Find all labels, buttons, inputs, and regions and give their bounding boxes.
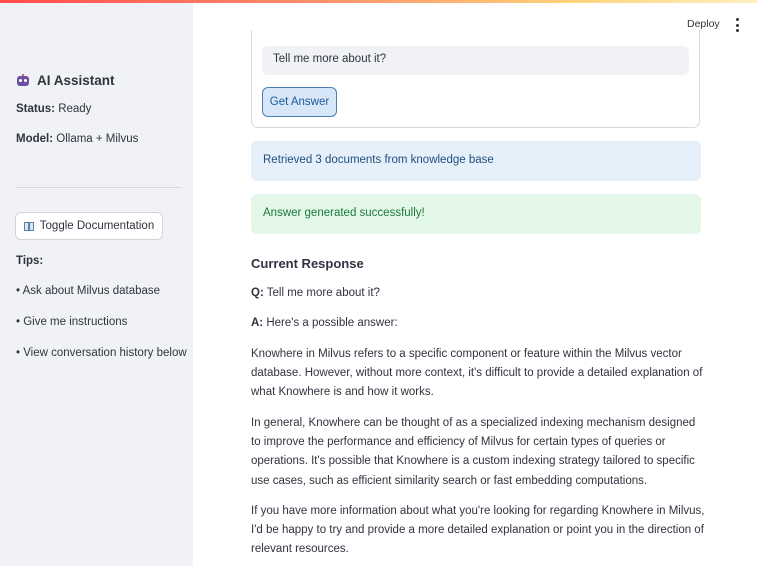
sidebar-divider bbox=[16, 187, 181, 188]
response-paragraph: Knowhere in Milvus refers to a specific … bbox=[251, 348, 703, 399]
question-input[interactable]: Tell me more about it? bbox=[262, 46, 689, 75]
tip-item: • View conversation history below bbox=[16, 347, 187, 359]
robot-icon bbox=[16, 74, 30, 87]
model-line: Model: Ollama + Milvus bbox=[16, 133, 138, 145]
sidebar-title: AI Assistant bbox=[16, 73, 115, 88]
response-paragraph: If you have more information about what … bbox=[251, 505, 705, 556]
tips-title: Tips: bbox=[16, 255, 44, 267]
get-answer-button[interactable]: Get Answer bbox=[262, 87, 337, 117]
sidebar-title-text: AI Assistant bbox=[37, 73, 115, 88]
response-title: Current Response bbox=[251, 256, 364, 271]
info-alert: Retrieved 3 documents from knowledge bas… bbox=[251, 141, 701, 181]
toggle-documentation-label: Toggle Documentation bbox=[39, 220, 155, 232]
status-label: Status: bbox=[16, 103, 55, 115]
success-alert: Answer generated successfully! bbox=[251, 194, 701, 234]
q-text: Tell me more about it? bbox=[266, 287, 380, 299]
response-paragraph: In general, Knowhere can be thought of a… bbox=[251, 417, 696, 487]
model-label: Model: bbox=[16, 133, 54, 145]
question-line: Q: Tell me more about it? bbox=[251, 287, 380, 299]
status-line: Status: Ready bbox=[16, 103, 91, 115]
toggle-documentation-button[interactable]: Toggle Documentation bbox=[15, 212, 163, 240]
model-value: Ollama + Milvus bbox=[56, 133, 139, 145]
book-icon bbox=[23, 221, 35, 231]
a-text: Here's a possible answer: bbox=[266, 317, 398, 329]
kebab-menu-icon[interactable] bbox=[734, 18, 740, 32]
sidebar: AI Assistant Status: Ready Model: Ollama… bbox=[0, 3, 193, 566]
q-label: Q: bbox=[251, 287, 264, 299]
deploy-button[interactable]: Deploy bbox=[687, 18, 720, 30]
tip-item: • Ask about Milvus database bbox=[16, 285, 161, 297]
status-value: Ready bbox=[58, 103, 92, 115]
answer-line: A: Here's a possible answer: bbox=[251, 317, 398, 329]
tip-item: • Give me instructions bbox=[16, 316, 128, 328]
a-label: A: bbox=[251, 317, 264, 329]
